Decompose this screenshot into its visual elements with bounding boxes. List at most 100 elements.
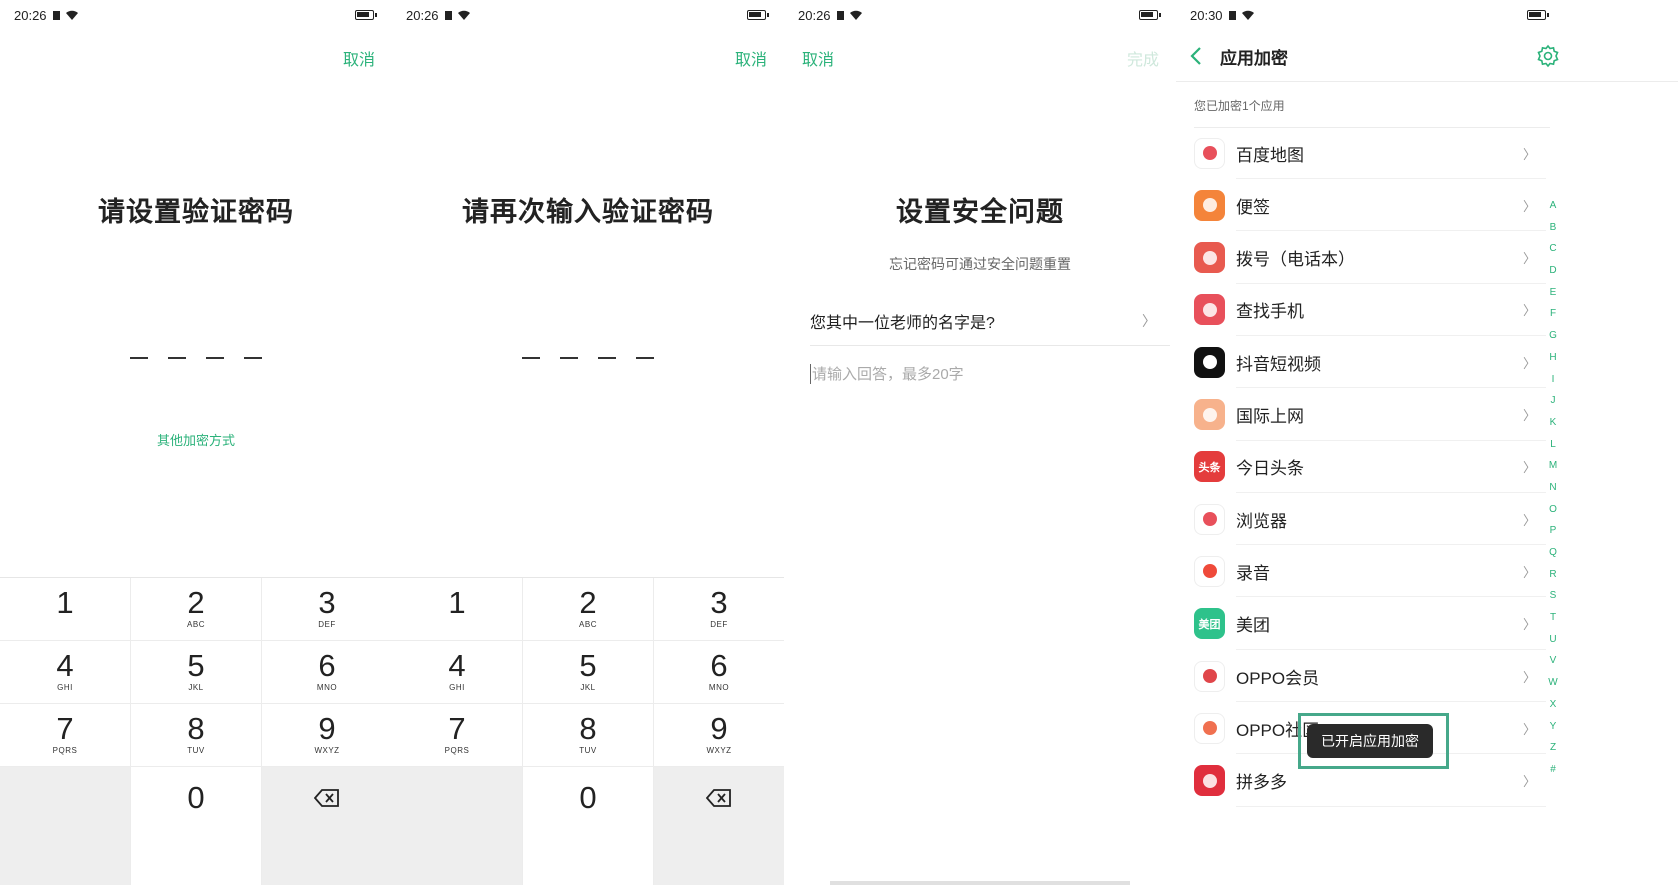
alphabet-letter[interactable]: # [1546, 759, 1560, 781]
chevron-right-icon: 〉 [1522, 198, 1536, 214]
key-9[interactable]: 9 WXYZ [262, 704, 392, 767]
alphabet-letter[interactable]: N [1546, 477, 1560, 499]
question-text: 您其中一位老师的名字是? [810, 314, 995, 332]
alphabet-letter[interactable]: B [1546, 217, 1560, 239]
key-3[interactable]: 3 DEF [262, 578, 392, 641]
alphabet-letter[interactable]: T [1546, 607, 1560, 629]
key-3[interactable]: 3 DEF [654, 578, 784, 641]
security-question-selector[interactable]: 您其中一位老师的名字是? 〉 [810, 296, 1170, 346]
answer-input[interactable]: 请输入回答，最多20字 [810, 363, 964, 384]
app-row[interactable]: 抖音短视频 〉 [1194, 336, 1546, 389]
app-row[interactable]: 百度地图 〉 [1194, 127, 1546, 179]
alphabet-letter[interactable]: G [1546, 325, 1560, 347]
alphabet-letter[interactable]: E [1546, 282, 1560, 304]
key-4[interactable]: 4 GHI [0, 641, 131, 704]
alphabet-letter[interactable]: S [1546, 585, 1560, 607]
other-encryption-link[interactable]: 其他加密方式 [0, 430, 392, 449]
alphabet-letter[interactable]: M [1546, 455, 1560, 477]
status-time: 20:26 [798, 7, 831, 23]
key-1[interactable]: 1 [392, 578, 523, 641]
numeric-keypad: 1 2 ABC 3 DEF 4 GHI 5 JKL 6 MNO 7 PQRS 8 TUV 9 WXYZ 0 [392, 577, 784, 885]
cancel-button[interactable]: 取消 [343, 46, 375, 70]
key-letters: MNO [316, 683, 338, 692]
key-letters: PQRS [444, 746, 470, 755]
app-row[interactable]: 浏览器 〉 [1194, 493, 1546, 546]
alphabet-letter[interactable]: L [1546, 434, 1560, 456]
app-row[interactable]: 便签 〉 [1194, 179, 1546, 232]
key-7[interactable]: 7 PQRS [0, 704, 131, 767]
key-7[interactable]: 7 PQRS [392, 704, 523, 767]
app-row[interactable]: 头条 今日头条 〉 [1194, 441, 1546, 493]
header-divider [1176, 81, 1678, 82]
done-button[interactable]: 完成 [1127, 46, 1159, 70]
key-2[interactable]: 2 ABC [523, 578, 654, 641]
cancel-button[interactable]: 取消 [735, 46, 767, 70]
key-letters: TUV [187, 746, 205, 755]
back-arrow-icon[interactable] [1190, 46, 1202, 71]
icon-glyph [1202, 146, 1217, 160]
app-row[interactable]: 国际上网 〉 [1194, 389, 1546, 441]
app-name: 录音 [1236, 563, 1270, 583]
chevron-right-icon: 〉 [1522, 251, 1536, 267]
alphabet-letter[interactable]: K [1546, 412, 1560, 434]
key-0[interactable]: 0 [523, 767, 654, 885]
app-row[interactable]: 美团 美团 〉 [1194, 598, 1546, 650]
chevron-right-icon: 〉 [1522, 146, 1536, 162]
alphabet-letter[interactable]: A [1546, 195, 1560, 217]
sim-icon [52, 10, 60, 20]
page-subtitle: 忘记密码可通过安全问题重置 [889, 256, 1071, 272]
alphabet-index[interactable]: A B C D E F G H I J K L M N O P Q R S T U V W X Y Z # [1546, 195, 1560, 781]
chevron-right-icon: 〉 [1522, 774, 1536, 790]
key-1[interactable]: 1 [0, 578, 131, 641]
key-digit: 9 [710, 711, 728, 746]
alphabet-letter[interactable]: W [1546, 672, 1560, 694]
icon-glyph [1202, 198, 1217, 213]
key-8[interactable]: 8 TUV [131, 704, 262, 767]
alphabet-letter[interactable]: O [1546, 499, 1560, 521]
meituan-icon: 美团 [1194, 608, 1225, 640]
key-5[interactable]: 5 JKL [131, 641, 262, 704]
app-name: OPPO会员 [1236, 668, 1320, 688]
app-row[interactable]: OPPO会员 〉 [1194, 650, 1546, 702]
alphabet-letter[interactable]: U [1546, 629, 1560, 651]
delete-key[interactable] [654, 767, 784, 885]
alphabet-letter[interactable]: C [1546, 238, 1560, 260]
alphabet-letter[interactable]: I [1546, 369, 1560, 391]
alphabet-letter[interactable]: V [1546, 650, 1560, 672]
status-time: 20:30 [1190, 7, 1223, 23]
browser-icon [1194, 503, 1225, 535]
app-row[interactable]: 录音 〉 [1194, 545, 1546, 598]
battery-icon [355, 10, 377, 20]
gear-icon[interactable] [1536, 44, 1560, 73]
key-9[interactable]: 9 WXYZ [654, 704, 784, 767]
key-4[interactable]: 4 GHI [392, 641, 523, 704]
cancel-button[interactable]: 取消 [802, 46, 834, 70]
alphabet-letter[interactable]: J [1546, 390, 1560, 412]
alphabet-letter[interactable]: R [1546, 564, 1560, 586]
key-6[interactable]: 6 MNO [262, 641, 392, 704]
chevron-right-icon: 〉 [1522, 512, 1536, 528]
alphabet-letter[interactable]: P [1546, 520, 1560, 542]
key-0[interactable]: 0 [131, 767, 262, 885]
app-row[interactable]: 查找手机 〉 [1194, 284, 1546, 336]
toutiao-icon: 头条 [1194, 451, 1225, 483]
alphabet-letter[interactable]: F [1546, 303, 1560, 325]
app-row[interactable]: 拨号（电话本） 〉 [1194, 232, 1546, 284]
icon-glyph [1202, 773, 1217, 788]
key-digit: 8 [579, 711, 597, 746]
app-name: 浏览器 [1236, 511, 1287, 531]
alphabet-letter[interactable]: Y [1546, 716, 1560, 738]
key-8[interactable]: 8 TUV [523, 704, 654, 767]
alphabet-letter[interactable]: D [1546, 260, 1560, 282]
key-6[interactable]: 6 MNO [654, 641, 784, 704]
key-digit: 3 [710, 585, 728, 620]
app-name: 百度地图 [1236, 145, 1304, 165]
key-letters: DEF [710, 620, 728, 629]
delete-key[interactable] [262, 767, 392, 885]
alphabet-letter[interactable]: X [1546, 694, 1560, 716]
key-2[interactable]: 2 ABC [131, 578, 262, 641]
key-5[interactable]: 5 JKL [523, 641, 654, 704]
alphabet-letter[interactable]: H [1546, 347, 1560, 369]
alphabet-letter[interactable]: Q [1546, 542, 1560, 564]
alphabet-letter[interactable]: Z [1546, 737, 1560, 759]
